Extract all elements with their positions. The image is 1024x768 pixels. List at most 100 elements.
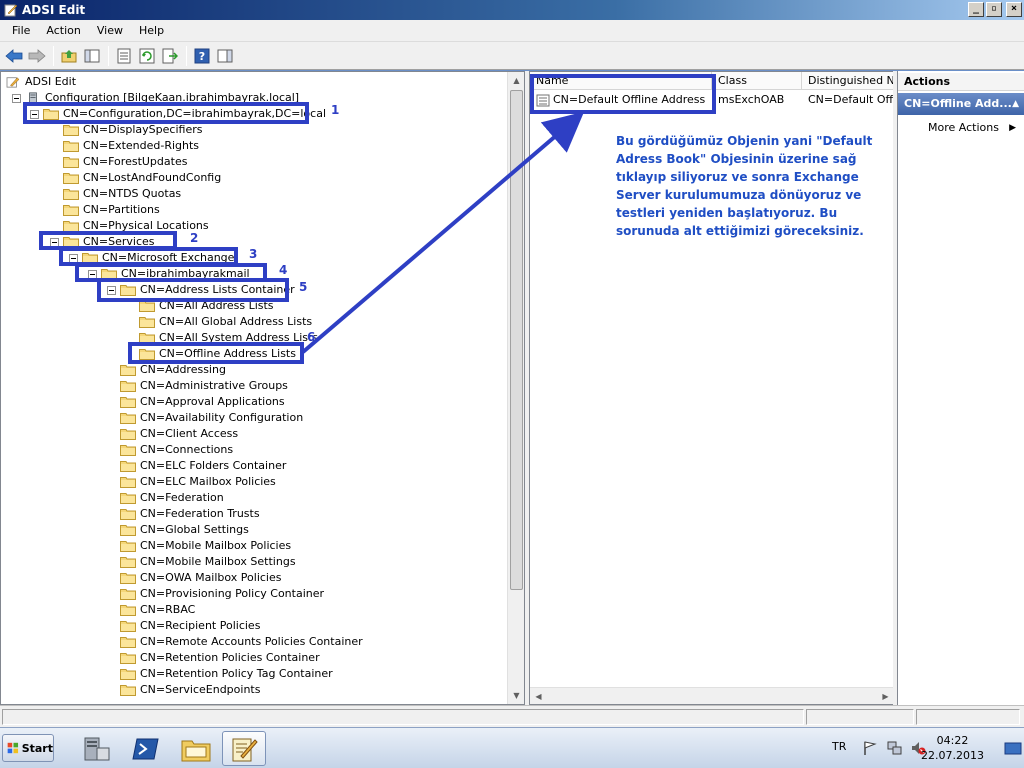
tree-item[interactable]: CN=Retention Policies Container <box>1 650 501 666</box>
menu-action[interactable]: Action <box>38 20 88 42</box>
column-header-dn[interactable]: Distinguished Name <box>802 72 894 90</box>
collapse-toggle-icon[interactable] <box>69 254 78 263</box>
tree-item[interactable]: CN=ELC Mailbox Policies <box>1 474 501 490</box>
menu-help[interactable]: Help <box>131 20 172 42</box>
tree-item[interactable]: CN=Microsoft Exchange <box>1 250 501 266</box>
scroll-right-icon[interactable]: ▶ <box>877 688 894 704</box>
collapse-toggle-icon[interactable] <box>88 270 97 279</box>
tree-vertical-scrollbar[interactable]: ▲ ▼ <box>507 72 524 704</box>
taskbar-adsi-edit[interactable] <box>222 731 266 766</box>
folder-icon <box>120 461 136 472</box>
menu-file[interactable]: File <box>4 20 38 42</box>
restore-button[interactable]: ▫ <box>986 2 1002 17</box>
tree-item[interactable]: CN=Retention Policy Tag Container <box>1 666 501 682</box>
forward-button[interactable] <box>26 45 48 67</box>
list-horizontal-scrollbar[interactable]: ◀ ▶ <box>530 687 894 704</box>
tree-item[interactable]: CN=All Address Lists <box>1 298 501 314</box>
tree-item-label: CN=ELC Mailbox Policies <box>140 475 276 488</box>
tree-item[interactable]: CN=Address Lists Container <box>1 282 501 298</box>
refresh-button[interactable] <box>136 45 158 67</box>
more-actions-item[interactable]: More Actions <box>928 121 999 135</box>
actions-selected-object[interactable]: CN=Offline Add... ▲ <box>898 93 1024 115</box>
tree-item-label: CN=Federation <box>140 491 224 504</box>
tree-item[interactable]: CN=Client Access <box>1 426 501 442</box>
results-pane[interactable]: Name Class Distinguished Name CN=Default… <box>529 71 895 705</box>
scroll-up-icon[interactable]: ▲ <box>508 72 524 89</box>
collapse-caret-icon[interactable]: ▲ <box>1012 93 1019 115</box>
collapse-toggle-icon[interactable] <box>107 286 116 295</box>
tree-item[interactable]: CN=Mobile Mailbox Settings <box>1 554 501 570</box>
list-item[interactable]: CN=Default Offline Address B... msExchOA… <box>530 92 894 108</box>
collapse-toggle-icon[interactable] <box>30 110 39 119</box>
tree-item[interactable]: CN=Extended-Rights <box>1 138 501 154</box>
language-indicator[interactable]: TR <box>832 740 846 753</box>
tree-item[interactable]: CN=Global Settings <box>1 522 501 538</box>
column-header-name[interactable]: Name <box>530 72 712 90</box>
scroll-down-icon[interactable]: ▼ <box>508 687 524 704</box>
start-button[interactable]: Start <box>2 734 54 762</box>
scroll-left-icon[interactable]: ◀ <box>530 688 547 704</box>
minimize-button[interactable]: _ <box>968 2 984 17</box>
tree-item[interactable]: CN=Services <box>1 234 501 250</box>
collapse-toggle-icon[interactable] <box>12 94 21 103</box>
show-hide-action-pane-button[interactable] <box>214 45 236 67</box>
tree-item-label: CN=ServiceEndpoints <box>140 683 261 696</box>
tree-pane[interactable]: ADSI Edit Configuration [BilgeKaan.ibrahi… <box>0 71 525 705</box>
tree-item[interactable]: Configuration [BilgeKaan.ibrahimbayrak.l… <box>1 90 501 106</box>
close-button[interactable]: × <box>1006 2 1022 17</box>
taskbar-server-manager[interactable] <box>74 731 118 766</box>
tree-item[interactable]: CN=Offline Address Lists <box>1 346 501 362</box>
menu-view[interactable]: View <box>89 20 131 42</box>
collapse-toggle-icon[interactable] <box>50 238 59 247</box>
folder-icon <box>120 557 136 568</box>
tree-item[interactable]: CN=Availability Configuration <box>1 410 501 426</box>
tree-item[interactable]: CN=LostAndFoundConfig <box>1 170 501 186</box>
tree-item[interactable]: CN=Remote Accounts Policies Container <box>1 634 501 650</box>
actions-header: Actions <box>898 73 1024 91</box>
tree-item[interactable]: CN=ELC Folders Container <box>1 458 501 474</box>
tree-item[interactable]: CN=OWA Mailbox Policies <box>1 570 501 586</box>
tree-item[interactable]: CN=ForestUpdates <box>1 154 501 170</box>
tree-item[interactable]: CN=All System Address Lists <box>1 330 501 346</box>
submenu-arrow-icon[interactable]: ▶ <box>1009 121 1016 135</box>
tree-item[interactable]: CN=Physical Locations <box>1 218 501 234</box>
help-button[interactable]: ? <box>191 45 213 67</box>
tree-item[interactable]: ADSI Edit <box>1 74 501 90</box>
folder-icon <box>63 125 79 136</box>
column-header-class[interactable]: Class <box>712 72 802 90</box>
system-clock[interactable]: 04:22 22.07.2013 <box>921 733 984 763</box>
tree-item[interactable]: CN=All Global Address Lists <box>1 314 501 330</box>
tree-item[interactable]: CN=Administrative Groups <box>1 378 501 394</box>
tree-item[interactable]: CN=Recipient Policies <box>1 618 501 634</box>
properties-button[interactable] <box>113 45 135 67</box>
tree-item[interactable]: CN=Connections <box>1 442 501 458</box>
svg-text:?: ? <box>199 50 205 63</box>
start-label: Start <box>21 741 53 755</box>
tree-item[interactable]: CN=DisplaySpecifiers <box>1 122 501 138</box>
tree-item[interactable]: CN=NTDS Quotas <box>1 186 501 202</box>
tree-item[interactable]: CN=Approval Applications <box>1 394 501 410</box>
tree-item[interactable]: CN=RBAC <box>1 602 501 618</box>
action-center-flag-icon[interactable] <box>862 740 878 756</box>
tree-item[interactable]: CN=Configuration,DC=ibrahimbayrak,DC=loc… <box>1 106 501 122</box>
tree-item[interactable]: CN=ibrahimbayrakmail <box>1 266 501 282</box>
show-hide-tree-button[interactable] <box>81 45 103 67</box>
back-button[interactable] <box>3 45 25 67</box>
tree-item[interactable]: CN=Addressing <box>1 362 501 378</box>
tree-item[interactable]: CN=Federation Trusts <box>1 506 501 522</box>
show-desktop-icon[interactable] <box>1004 736 1022 760</box>
tree-item-label: CN=Availability Configuration <box>140 411 304 424</box>
tree-item[interactable]: CN=Partitions <box>1 202 501 218</box>
scroll-thumb[interactable] <box>510 90 523 590</box>
taskbar-explorer[interactable] <box>174 731 218 766</box>
tree-item[interactable]: CN=Federation <box>1 490 501 506</box>
tree-item[interactable]: CN=Provisioning Policy Container <box>1 586 501 602</box>
tree-item[interactable]: CN=Mobile Mailbox Policies <box>1 538 501 554</box>
up-folder-button[interactable] <box>58 45 80 67</box>
folder-icon <box>139 333 155 344</box>
folder-icon <box>139 317 155 328</box>
network-icon[interactable] <box>886 740 902 756</box>
tree-item[interactable]: CN=ServiceEndpoints <box>1 682 501 698</box>
taskbar-powershell[interactable] <box>124 731 168 766</box>
export-list-button[interactable] <box>159 45 181 67</box>
